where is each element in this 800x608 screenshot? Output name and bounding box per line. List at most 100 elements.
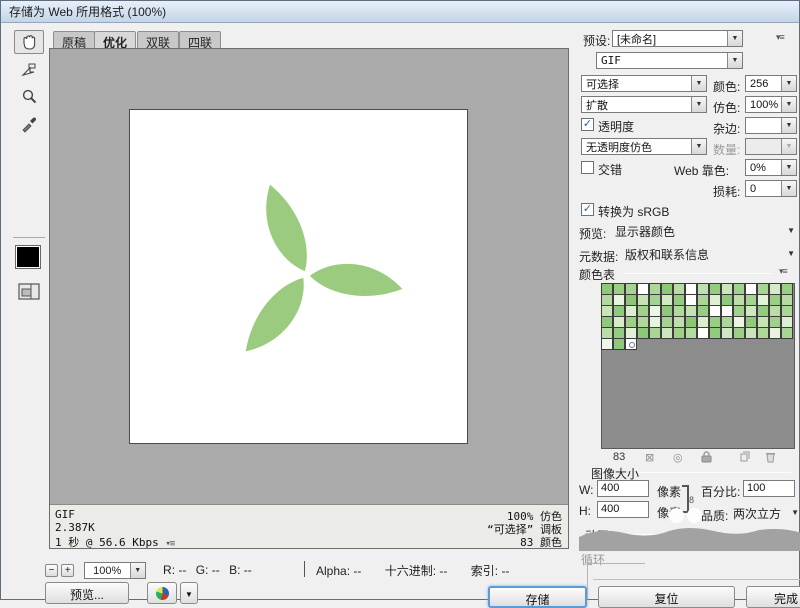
chevron-down-icon: ▼ bbox=[781, 76, 796, 91]
map-transparent-icon[interactable]: ⊠ bbox=[645, 451, 654, 464]
width-value: 400 bbox=[601, 482, 619, 494]
preview-mode-value: 显示器颜色 bbox=[615, 223, 675, 240]
link-chain-icon[interactable]: 8 bbox=[689, 495, 694, 505]
preview-mode-label: 预览: bbox=[579, 225, 606, 242]
tab-original[interactable]: 原稿 bbox=[53, 31, 95, 49]
matte-select[interactable]: ▼ bbox=[745, 117, 797, 134]
color-table[interactable] bbox=[601, 283, 795, 449]
web-shift-icon[interactable]: ◎ bbox=[673, 451, 683, 464]
preset-menu-icon[interactable]: ▾≡ bbox=[776, 32, 784, 43]
slice-select-tool[interactable] bbox=[14, 58, 44, 82]
eyedropper-icon bbox=[20, 115, 38, 133]
percent-input[interactable]: 100 bbox=[743, 480, 795, 497]
color-swatch[interactable] bbox=[745, 327, 757, 339]
color-reduction-select[interactable]: 可选择 ▼ bbox=[581, 75, 707, 92]
color-swatch[interactable] bbox=[661, 327, 673, 339]
save-button-label: 存储 bbox=[525, 593, 549, 607]
done-button-label: 完成 bbox=[774, 592, 798, 606]
width-input[interactable]: 400 bbox=[597, 480, 649, 497]
websnap-value: 0% bbox=[746, 162, 781, 174]
loop-control-partial bbox=[587, 563, 645, 599]
status-time[interactable]: 1 秒 @ 56.6 Kbps ▾≡ bbox=[55, 534, 174, 550]
preview-in-browser-button[interactable]: 预览... bbox=[45, 582, 129, 604]
magnifier-icon bbox=[20, 88, 38, 106]
chevron-down-icon: ▼ bbox=[781, 181, 796, 196]
matte-label: 杂边: bbox=[713, 120, 740, 137]
new-color-icon[interactable] bbox=[739, 451, 751, 466]
color-swatch[interactable] bbox=[685, 327, 697, 339]
color-swatch[interactable] bbox=[697, 327, 709, 339]
zoom-in-button[interactable]: + bbox=[61, 564, 74, 577]
tab-2up[interactable]: 双联 bbox=[137, 31, 179, 49]
color-swatch[interactable] bbox=[721, 327, 733, 339]
status-time-label: 1 秒 @ 56.6 Kbps bbox=[55, 536, 159, 549]
interlaced-checkbox[interactable] bbox=[581, 161, 594, 174]
smudge-circle bbox=[669, 508, 684, 523]
color-swatch[interactable] bbox=[649, 327, 661, 339]
browser-select-button[interactable] bbox=[147, 582, 177, 604]
preset-select[interactable]: [未命名] ▼ bbox=[612, 30, 743, 47]
transparency-dither-select[interactable]: 无透明度仿色 ▼ bbox=[581, 138, 707, 155]
zoom-level-select[interactable]: 100% ▼ bbox=[84, 562, 146, 579]
color-swatch[interactable] bbox=[637, 327, 649, 339]
leaf-artwork bbox=[130, 110, 467, 443]
chevron-down-icon: ▼ bbox=[781, 160, 796, 175]
eyedropper-color-swatch[interactable] bbox=[15, 245, 41, 269]
color-table-menu-icon[interactable]: ▾≡ bbox=[779, 266, 787, 277]
tab-optimized[interactable]: 优化 bbox=[94, 31, 136, 49]
zoom-tool[interactable] bbox=[14, 85, 44, 109]
colors-value: 256 bbox=[746, 78, 781, 90]
image-size-divider bbox=[639, 472, 791, 473]
dither-algorithm-select[interactable]: 扩散 ▼ bbox=[581, 96, 707, 113]
title-bar[interactable]: 存储为 Web 所用格式 (100%) bbox=[1, 1, 799, 23]
color-swatch[interactable] bbox=[601, 338, 613, 350]
image-canvas[interactable] bbox=[129, 109, 468, 444]
metadata-value: 版权和联系信息 bbox=[625, 246, 709, 263]
height-input[interactable]: 400 bbox=[597, 501, 649, 518]
readout-alpha: Alpha: -- bbox=[316, 564, 361, 578]
save-button[interactable]: 存储 bbox=[488, 586, 587, 608]
browser-menu-button[interactable]: ▼ bbox=[180, 582, 198, 604]
zoom-out-button[interactable]: − bbox=[45, 564, 58, 577]
height-value: 400 bbox=[601, 503, 619, 515]
lossy-select[interactable]: 0 ▼ bbox=[745, 180, 797, 197]
color-swatch[interactable] bbox=[733, 327, 745, 339]
preview-area[interactable]: GIF 2.387K 1 秒 @ 56.6 Kbps ▾≡ 100% 仿色 “可… bbox=[49, 48, 569, 549]
tab-4up[interactable]: 四联 bbox=[179, 31, 221, 49]
transparency-checkbox[interactable]: ✓ bbox=[581, 118, 594, 131]
color-swatch[interactable] bbox=[781, 327, 793, 339]
color-table-divider bbox=[624, 273, 772, 274]
format-select[interactable]: GIF ▼ bbox=[596, 52, 743, 69]
color-swatch[interactable] bbox=[709, 327, 721, 339]
eyedropper-tool[interactable] bbox=[14, 112, 44, 136]
done-button[interactable]: 完成 bbox=[746, 586, 800, 608]
color-table-count: 83 bbox=[613, 451, 625, 463]
websnap-select[interactable]: 0% ▼ bbox=[745, 159, 797, 176]
convert-srgb-checkbox[interactable]: ✓ bbox=[581, 203, 594, 216]
readout-hex: 十六进制: -- bbox=[385, 564, 448, 578]
chevron-down-icon: ▼ bbox=[185, 590, 193, 599]
delete-color-icon[interactable] bbox=[765, 451, 776, 466]
chevron-down-icon: ▼ bbox=[791, 508, 799, 517]
dither-select[interactable]: 100% ▼ bbox=[745, 96, 797, 113]
width-label: W: bbox=[579, 483, 593, 497]
color-swatch[interactable] bbox=[613, 338, 625, 350]
colors-select[interactable]: 256 ▼ bbox=[745, 75, 797, 92]
color-swatch[interactable] bbox=[769, 327, 781, 339]
color-swatch[interactable] bbox=[625, 338, 637, 350]
chevron-down-icon: ▼ bbox=[781, 97, 796, 112]
readout-divider bbox=[304, 561, 305, 577]
lock-color-icon[interactable] bbox=[701, 451, 712, 466]
toggle-slices-icon bbox=[18, 283, 40, 300]
color-swatch[interactable] bbox=[673, 327, 685, 339]
download-speed-menu-icon[interactable]: ▾≡ bbox=[165, 539, 174, 549]
readout-row2: Alpha: -- 十六进制: -- 索引: -- bbox=[316, 562, 515, 579]
browser-globe-icon bbox=[156, 587, 169, 600]
quality-value: 两次立方 bbox=[733, 505, 781, 522]
chevron-down-icon: ▼ bbox=[787, 249, 795, 258]
hand-tool[interactable] bbox=[14, 30, 44, 54]
convert-srgb-label: 转换为 sRGB bbox=[598, 203, 669, 220]
toggle-slices-button[interactable] bbox=[14, 279, 44, 303]
amount-select: ▼ bbox=[745, 138, 797, 155]
color-swatch[interactable] bbox=[757, 327, 769, 339]
